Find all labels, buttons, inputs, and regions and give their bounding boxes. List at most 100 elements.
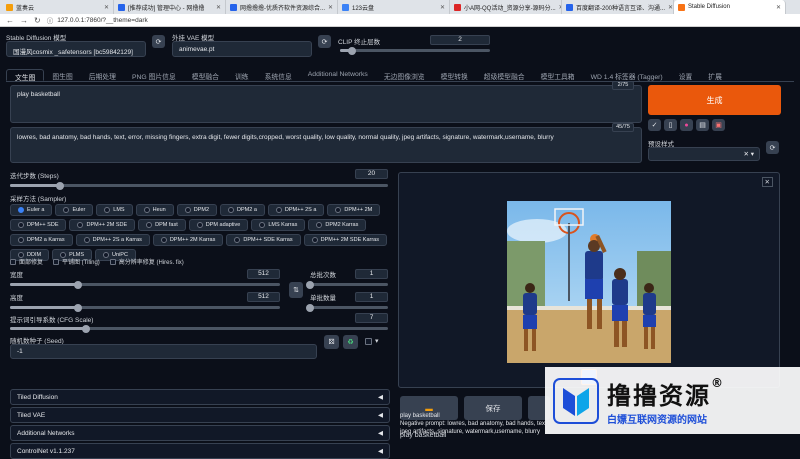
tab-item[interactable]: 训练: [227, 69, 257, 81]
sampler-option[interactable]: DPM++ 2S a Karras: [75, 234, 150, 246]
clip-value[interactable]: 2: [430, 35, 490, 45]
batch-size-knob[interactable]: [306, 303, 314, 312]
forward-icon[interactable]: →: [20, 16, 28, 25]
sampler-option[interactable]: DPM++ 2M SDE Karras: [303, 234, 387, 246]
sampler-option[interactable]: DPM++ 2M Karras: [152, 234, 224, 246]
clipboard-tool-button[interactable]: ▤: [696, 119, 709, 131]
close-tab-icon[interactable]: ✕: [668, 4, 673, 11]
negative-prompt-input[interactable]: lowres, bad anatomy, bad hands, text, er…: [10, 127, 642, 163]
browser-tab[interactable]: 小A网-QQ活动_资源分享-源码分...✕: [450, 0, 562, 14]
clip-slider-knob[interactable]: [348, 46, 356, 55]
browser-tab[interactable]: 123云盘 ✕: [338, 0, 450, 14]
sampler-option[interactable]: DPM++ 2M SDE: [69, 219, 136, 231]
close-tab-icon[interactable]: ✕: [216, 4, 221, 11]
accordion[interactable]: ControlNet v1.1.237 ◀: [10, 443, 390, 459]
sampler-option[interactable]: DPM++ 2M: [327, 204, 381, 216]
option-checkbox[interactable]: 面部修复: [10, 257, 43, 266]
cfg-slider[interactable]: [10, 324, 388, 333]
save-style-button[interactable]: ▣: [712, 119, 725, 131]
sampler-option[interactable]: Euler: [55, 204, 94, 216]
trash-tool-button[interactable]: ▯: [664, 119, 677, 131]
close-tab-icon[interactable]: ✕: [776, 4, 781, 11]
tab-item[interactable]: 模型转换: [433, 69, 476, 81]
close-tab-icon[interactable]: ✕: [440, 4, 445, 11]
check-tool-button[interactable]: ✓: [648, 119, 661, 131]
steps-value[interactable]: 20: [355, 169, 388, 179]
tab-item[interactable]: 图生图: [44, 69, 80, 81]
sampler-option[interactable]: Heun: [135, 204, 174, 216]
extra-seed-checkbox[interactable]: [365, 338, 372, 345]
option-checkbox[interactable]: 平铺图 (Tiling): [53, 257, 100, 266]
accordion[interactable]: Additional Networks ◀: [10, 425, 390, 441]
cfg-value[interactable]: 7: [355, 313, 388, 323]
accordion[interactable]: Tiled VAE ◀: [10, 407, 390, 423]
refresh-vae-button[interactable]: ⟳: [318, 35, 331, 48]
tab-item[interactable]: 后期处理: [81, 69, 124, 81]
batch-size-slider[interactable]: [306, 303, 388, 312]
sampler-option[interactable]: DPM fast: [138, 219, 186, 231]
random-seed-button[interactable]: ⚄: [324, 335, 339, 349]
refresh-styles-button[interactable]: ⟳: [766, 141, 779, 154]
browser-tab[interactable]: 百度翻译-200种语言互译、沟通... ✕: [562, 0, 674, 14]
generated-image[interactable]: [507, 201, 671, 363]
style-select[interactable]: ✕ ▾: [648, 147, 760, 161]
vae-select[interactable]: animevae.pt: [172, 41, 312, 57]
batch-count-value[interactable]: 1: [355, 269, 388, 279]
seed-input[interactable]: -1: [10, 344, 317, 359]
tab-item[interactable]: Additional Networks: [300, 69, 376, 81]
height-slider-knob[interactable]: [73, 303, 82, 312]
url-field[interactable]: ⓘ 127.0.0.1:7860/?__theme=dark: [47, 15, 794, 26]
tab-item[interactable]: 扩展: [700, 69, 730, 81]
sampler-option[interactable]: DPM++ SDE Karras: [226, 234, 301, 246]
swap-dimensions-button[interactable]: ⇅: [289, 282, 303, 298]
width-slider-knob[interactable]: [73, 280, 82, 289]
tab-item[interactable]: 系统信息: [257, 69, 300, 81]
tab-item[interactable]: 模型工具箱: [533, 69, 583, 81]
browser-tab[interactable]: [推荐成功] 管理中心 - 网撸撸 ✕: [114, 0, 226, 14]
width-slider[interactable]: [10, 280, 280, 289]
close-icon[interactable]: ✕: [761, 177, 773, 187]
tab-item[interactable]: 超级模型融合: [476, 69, 533, 81]
width-value[interactable]: 512: [247, 269, 280, 279]
sampler-option[interactable]: Euler a: [10, 204, 53, 216]
browser-tab[interactable]: Stable Diffusion ✕: [674, 0, 786, 14]
refresh-model-button[interactable]: ⟳: [152, 35, 165, 48]
browser-tab[interactable]: 蓝奏云 ✕: [2, 0, 114, 14]
close-tab-icon[interactable]: ✕: [104, 4, 109, 11]
steps-slider-knob[interactable]: [56, 181, 65, 190]
reload-icon[interactable]: ↻: [34, 16, 41, 25]
back-icon[interactable]: ←: [6, 16, 14, 25]
sampler-option[interactable]: DPM2: [176, 204, 218, 216]
browser-tab[interactable]: 网撸撸撸-优质齐软件资源综合... ✕: [226, 0, 338, 14]
sampler-option[interactable]: DPM2 a: [220, 204, 265, 216]
batch-size-value[interactable]: 1: [355, 292, 388, 302]
cfg-slider-knob[interactable]: [81, 324, 90, 333]
reuse-seed-button[interactable]: ♻: [343, 335, 358, 349]
caret-down-icon[interactable]: ▾: [375, 337, 379, 345]
style-tool-button[interactable]: ●: [680, 119, 693, 131]
batch-count-knob[interactable]: [306, 280, 314, 289]
batch-count-slider[interactable]: [306, 280, 388, 289]
option-checkbox[interactable]: 高分辨率修复 (Hires. fix): [109, 257, 184, 266]
sampler-option[interactable]: LMS Karras: [251, 219, 306, 231]
sampler-option[interactable]: LMS: [96, 204, 133, 216]
close-tab-icon[interactable]: ✕: [328, 4, 333, 11]
generate-button[interactable]: 生成: [648, 85, 781, 115]
clip-slider[interactable]: [340, 46, 490, 55]
tab-item[interactable]: WD 1.4 标签器 (Tagger): [583, 69, 671, 81]
steps-slider[interactable]: [10, 181, 388, 190]
accordion[interactable]: Tiled Diffusion ◀: [10, 389, 390, 405]
tab-item[interactable]: 文生图: [6, 69, 45, 82]
sampler-option[interactable]: DPM++ 2S a: [267, 204, 325, 216]
sampler-option[interactable]: DPM++ SDE: [10, 219, 67, 231]
sampler-option[interactable]: DPM2 Karras: [308, 219, 367, 231]
prompt-input[interactable]: play basketball: [10, 85, 642, 123]
height-slider[interactable]: [10, 303, 280, 312]
tab-item[interactable]: 设置: [671, 69, 701, 81]
tab-item[interactable]: 模型融合: [184, 69, 227, 81]
sampler-option[interactable]: DPM2 a Karras: [10, 234, 73, 246]
model-select[interactable]: 国漫风cosmix _safetensors [bc59842129]: [6, 41, 146, 57]
height-value[interactable]: 512: [247, 292, 280, 302]
sampler-option[interactable]: DPM adaptive: [188, 219, 249, 231]
tab-item[interactable]: PNG 图片信息: [124, 69, 184, 81]
